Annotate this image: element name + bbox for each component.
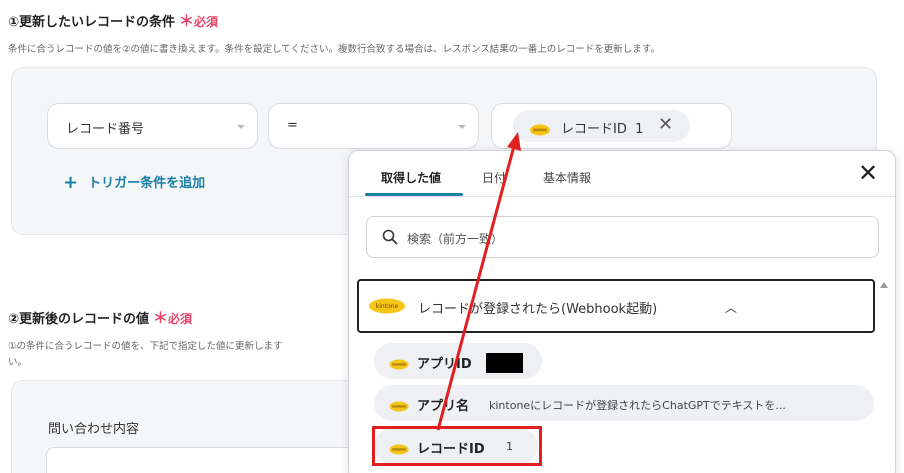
required-badge: ＊必須 bbox=[153, 309, 193, 327]
remove-chip-icon[interactable]: ✕ bbox=[658, 114, 673, 135]
tab-date[interactable]: 日付 bbox=[482, 169, 506, 186]
section1-title: ①更新したいレコードの条件 ＊必須 bbox=[8, 12, 219, 30]
caret-down-icon bbox=[237, 125, 245, 129]
inquiry-field-input[interactable] bbox=[46, 447, 386, 473]
close-icon[interactable]: ✕ bbox=[858, 161, 878, 185]
tab-acquired-values[interactable]: 取得した値 bbox=[381, 169, 441, 186]
operator-select[interactable]: = bbox=[268, 103, 479, 149]
chip-label: レコードID 1 bbox=[561, 122, 644, 137]
section2-description-cont: い。 bbox=[8, 357, 28, 368]
tabs-divider bbox=[349, 196, 895, 197]
search-icon bbox=[382, 229, 398, 249]
plus-icon: + bbox=[63, 172, 79, 193]
kintone-icon bbox=[389, 355, 409, 374]
highlight-box bbox=[372, 426, 542, 466]
field-select[interactable]: レコード番号 bbox=[47, 103, 258, 149]
required-badge: ＊必須 bbox=[179, 12, 219, 30]
tab-basic-info[interactable]: 基本情報 bbox=[543, 169, 591, 186]
svg-text:kintone: kintone bbox=[376, 303, 399, 310]
redacted-value bbox=[486, 353, 523, 373]
section2-description: ①の条件に合うレコードの値を、下記で指定した値に更新します bbox=[8, 341, 283, 352]
value-chip[interactable]: レコードID 1 ✕ bbox=[513, 110, 690, 142]
caret-down-icon bbox=[458, 125, 466, 129]
value-picker-popup: 取得した値 日付 基本情報 ✕ 検索（前方一致） kintone レコードが登録… bbox=[348, 150, 896, 473]
list-item-app-id[interactable]: アプリID bbox=[374, 343, 542, 379]
kintone-icon: kintone bbox=[368, 298, 406, 318]
section2-title: ②更新後のレコードの値 ＊必須 bbox=[8, 309, 193, 327]
scroll-up-arrow[interactable] bbox=[880, 282, 888, 288]
add-trigger-button[interactable]: + トリガー条件を追加 bbox=[63, 172, 205, 193]
trigger-group-header[interactable]: kintone レコードが登録されたら(Webhook起動) ︿ bbox=[357, 279, 875, 333]
search-input[interactable]: 検索（前方一致） bbox=[366, 216, 879, 258]
kintone-icon bbox=[389, 397, 409, 416]
section1-description: 条件に合うレコードの値を②の値に書き換えます。条件を設定してください。複数行合致… bbox=[8, 44, 660, 55]
chevron-up-icon: ︿ bbox=[725, 301, 738, 315]
kintone-icon bbox=[529, 121, 551, 140]
inquiry-field-label: 問い合わせ内容 bbox=[48, 422, 140, 437]
list-item-app-name[interactable]: アプリ名 kintoneにレコードが登録されたらChatGPTでテキストを... bbox=[374, 385, 874, 421]
